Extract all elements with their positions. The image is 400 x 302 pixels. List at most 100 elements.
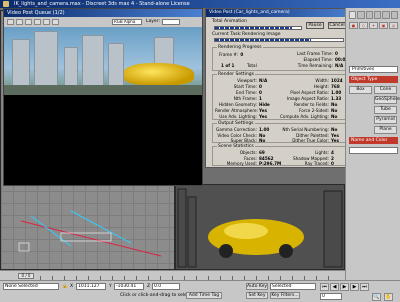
prev-frame-icon[interactable]: ◀	[330, 283, 339, 291]
command-panel-tabs	[349, 11, 398, 19]
box-button[interactable]: Box	[349, 86, 372, 94]
stat-row: Render to Fields: No	[279, 102, 337, 107]
tab-utilities[interactable]	[390, 11, 398, 19]
channel-icon[interactable]	[25, 19, 32, 25]
primitives-select[interactable]: Primitives	[349, 66, 398, 73]
stat-value: No	[331, 127, 338, 132]
auto-key-button[interactable]: Auto Key	[246, 283, 268, 290]
stat-row: Start Time: 0	[215, 84, 262, 89]
x-coordinate[interactable]: 1011.127	[76, 283, 106, 290]
stat-row: Use Adv. Lighting: Yes	[215, 114, 267, 119]
name-color-header[interactable]: Name and Color	[349, 137, 398, 144]
next-frame-icon[interactable]: ▶	[350, 283, 359, 291]
viewport-perspective[interactable]	[175, 184, 345, 270]
pan-icon[interactable]: ✋	[384, 293, 393, 301]
tab-modify[interactable]	[357, 11, 365, 19]
last-frame-time-row: Last Frame Time: 0	[296, 51, 338, 56]
save-icon[interactable]	[7, 19, 14, 25]
frame-row: Frame #: 0	[219, 52, 244, 57]
cameras-icon[interactable]: ▣	[379, 22, 388, 29]
z-coordinate[interactable]: 0.0	[152, 283, 180, 290]
cancel-button[interactable]: Cancel	[328, 22, 346, 29]
stat-label: Ray Traced:	[304, 161, 329, 166]
geometry-icon[interactable]: ●	[349, 22, 358, 29]
current-task-value: Rendering Image	[242, 32, 281, 37]
stat-label: Memory Used:	[226, 161, 257, 166]
stat-row: Dither Paletted: Yes	[279, 133, 339, 138]
stat-value: P:296.7M	[259, 161, 282, 166]
command-panel: ● ◇ ✦ ▣ ◎ Primitives Object Type Box Con…	[345, 8, 400, 280]
stat-label: Width:	[315, 78, 329, 83]
lock-icon[interactable]: 🔒	[62, 284, 68, 289]
stat-row: Image Aspect Ratio: 1.33	[279, 96, 342, 101]
tab-motion[interactable]	[373, 11, 382, 19]
cone-button[interactable]: Cone	[374, 86, 397, 94]
channel-select[interactable]: RGB Alpha	[112, 19, 142, 25]
output-settings-group: Output Settings Gamma Correction: 1.00 Vid…	[212, 121, 348, 143]
stat-label: Viewport:	[237, 78, 257, 83]
stat-value: Yes	[259, 108, 267, 113]
key-filters-button[interactable]: Key Filters...	[270, 292, 300, 299]
object-type-header[interactable]: Object Type	[349, 76, 398, 83]
app-titlebar: IK_lights_and_camera.max - Discreet 3ds …	[0, 0, 400, 8]
pause-button[interactable]: Pause	[306, 22, 324, 29]
stat-label: Compute Adv. Lighting:	[279, 114, 329, 119]
output-settings-label: Output Settings	[217, 121, 255, 126]
pyramid-button[interactable]: Pyramid	[374, 116, 397, 124]
create-categories: ● ◇ ✦ ▣ ◎	[349, 22, 398, 29]
key-mode-select[interactable]: Selected	[270, 283, 316, 290]
geosphere-button[interactable]: GeoSphere	[374, 96, 400, 104]
goto-start-icon[interactable]: ⏮	[320, 283, 329, 291]
app-title: IK_lights_and_camera.max - Discreet 3ds …	[14, 1, 190, 7]
stat-row: End Time: 0	[215, 90, 262, 95]
play-icon[interactable]: ▶	[340, 283, 349, 291]
stat-label: Render to Fields:	[293, 102, 329, 107]
display-icon[interactable]	[43, 19, 50, 25]
time-slider[interactable]: 0 / 0	[18, 273, 34, 279]
total-animation-label: Total Animation	[212, 19, 247, 24]
time-slider-bar: 0 / 0	[0, 270, 345, 280]
vpq-titlebar[interactable]: Video Post Queue (1/2)	[4, 9, 202, 17]
clear-icon[interactable]	[34, 19, 41, 25]
stat-value: Hide	[259, 102, 270, 107]
open-icon[interactable]	[16, 19, 23, 25]
goto-end-icon[interactable]: ⏭	[360, 283, 369, 291]
y-label: Y	[109, 284, 112, 289]
current-frame-field[interactable]: 0	[320, 293, 342, 300]
stat-row: Shadow Mapped: 2	[279, 156, 334, 161]
stat-label: End Time:	[236, 90, 257, 95]
stat-row: Pixel Aspect Ratio: 1.00	[279, 90, 341, 95]
layer-field[interactable]	[162, 19, 180, 25]
rendering-progress-label: Rendering Progress	[217, 45, 263, 50]
stat-label: Nth Frame:	[233, 96, 257, 101]
vpq-toolbar: RGB Alpha Layer:	[4, 17, 202, 27]
stat-row: Viewport: N/A	[215, 78, 267, 83]
shapes-icon[interactable]: ◇	[359, 22, 368, 29]
zoom-icon[interactable]: 🔍	[372, 293, 381, 301]
stat-label: Use Adv. Lighting:	[219, 114, 257, 119]
stat-value: 4	[331, 150, 334, 155]
tube-button[interactable]: Tube	[374, 106, 397, 114]
y-coordinate[interactable]: -1030.41	[114, 283, 144, 290]
object-name-field[interactable]	[349, 147, 398, 154]
stat-row: Video Color Check: No	[215, 133, 265, 138]
helpers-icon[interactable]: ◎	[389, 22, 398, 29]
dialog-titlebar[interactable]: Video Post (Car_lights_and_camera) ×	[206, 9, 352, 17]
stat-value: 1024	[331, 78, 343, 83]
plane-button[interactable]: Plane	[374, 126, 397, 134]
rendering-progress-group: Rendering Progress Frame #: 0 Last Frame …	[212, 45, 356, 71]
total-progress-bar	[214, 26, 302, 30]
frame-count: 1 of 1	[221, 63, 235, 68]
lights-icon[interactable]: ✦	[369, 22, 378, 29]
tab-create[interactable]	[349, 11, 357, 19]
stat-row: Nth Frame: 1	[215, 96, 262, 101]
stat-label: Gamma Correction:	[216, 127, 257, 132]
add-time-tag-button[interactable]: Add Time Tag	[186, 292, 222, 299]
set-key-button[interactable]: Set Key	[246, 292, 268, 299]
print-icon[interactable]	[52, 19, 59, 25]
total-label: Total	[247, 63, 257, 68]
stat-row: Dither True Color: Yes	[279, 138, 339, 143]
stat-row: Width: 1024	[279, 78, 343, 83]
tab-display[interactable]	[382, 11, 390, 19]
tab-hierarchy[interactable]	[365, 11, 373, 19]
